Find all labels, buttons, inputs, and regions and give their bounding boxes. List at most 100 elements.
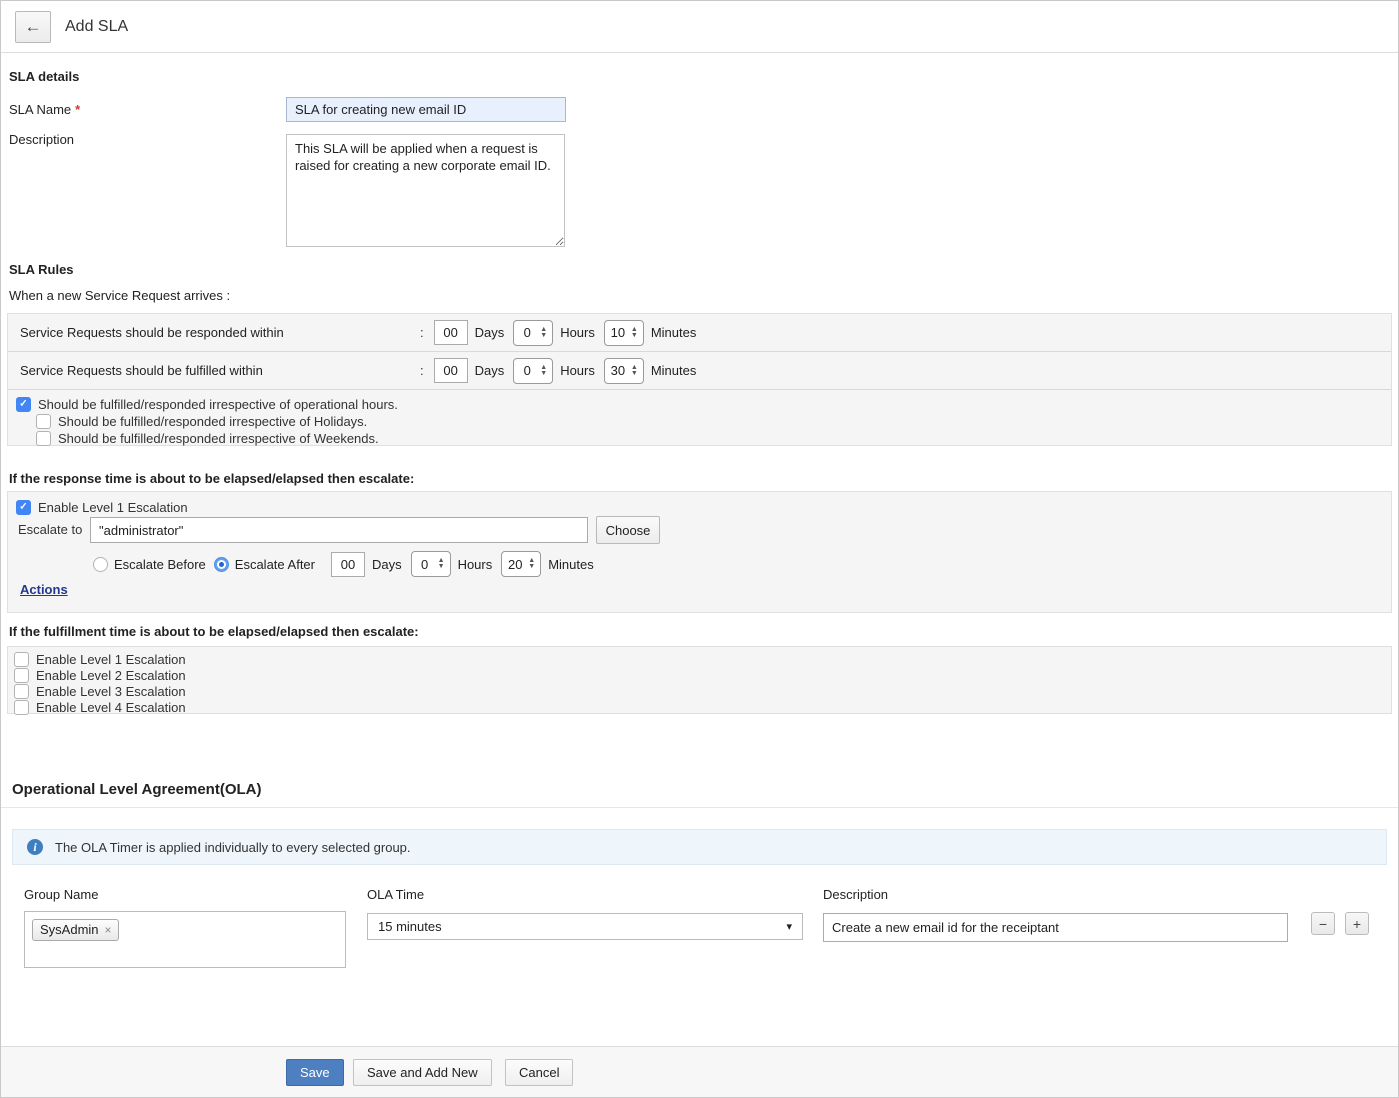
back-arrow-icon: ←	[25, 17, 42, 37]
info-icon: i	[27, 839, 43, 855]
holidays-option: Should be fulfilled/responded irrespecti…	[36, 413, 1391, 430]
respond-rule-label: Service Requests should be responded wit…	[8, 325, 420, 340]
sla-name-input[interactable]	[286, 97, 566, 122]
spinner-arrows-icon[interactable]: ▲▼	[540, 327, 547, 339]
header-bar: ← Add SLA	[1, 1, 1398, 53]
operational-hours-checkbox[interactable]: ✓	[16, 397, 31, 412]
sla-rules-box: Service Requests should be responded wit…	[7, 313, 1392, 446]
chip-remove-icon[interactable]: ×	[105, 923, 112, 937]
minutes-unit-label: Minutes	[651, 363, 697, 378]
spinner-arrows-icon[interactable]: ▲▼	[438, 558, 445, 570]
operational-hours-label: Should be fulfilled/responded irrespecti…	[38, 397, 398, 412]
response-escalation-heading: If the response time is about to be elap…	[9, 471, 414, 486]
page-title: Add SLA	[65, 1, 128, 53]
footer-bar: Save Save and Add New Cancel	[1, 1046, 1398, 1098]
ola-description-input[interactable]	[823, 913, 1288, 942]
fulfill-level2-checkbox[interactable]	[14, 668, 29, 683]
escalation-minutes-spinner[interactable]: 20 ▲▼	[501, 551, 541, 577]
escalate-to-label: Escalate to	[18, 522, 82, 537]
fulfill-level3-option: Enable Level 3 Escalation	[14, 683, 1391, 699]
hours-unit-label: Hours	[458, 557, 493, 572]
fulfill-level2-label: Enable Level 2 Escalation	[36, 668, 186, 683]
fulfill-minutes-spinner[interactable]: 30 ▲▼	[604, 358, 644, 384]
spinner-arrows-icon[interactable]: ▲▼	[540, 365, 547, 377]
weekends-option: Should be fulfilled/responded irrespecti…	[36, 430, 1391, 447]
add-ola-row-button[interactable]: +	[1345, 912, 1369, 935]
fulfillment-escalation-heading: If the fulfillment time is about to be e…	[9, 624, 419, 639]
respond-minutes-spinner[interactable]: 10 ▲▼	[604, 320, 644, 346]
respond-hours-spinner[interactable]: 0 ▲▼	[513, 320, 553, 346]
description-textarea[interactable]: This SLA will be applied when a request …	[286, 134, 565, 247]
sla-rules-intro: When a new Service Request arrives :	[9, 288, 230, 303]
days-unit-label: Days	[372, 557, 402, 572]
sla-name-label: SLA Name*	[9, 102, 80, 117]
escalate-before-radio[interactable]	[93, 557, 108, 572]
required-asterisk: *	[75, 102, 80, 117]
respond-rule-row: Service Requests should be responded wit…	[8, 314, 1391, 352]
enable-level1-response-label: Enable Level 1 Escalation	[38, 500, 188, 515]
ola-time-value: 15 minutes	[378, 919, 442, 934]
fulfill-level1-checkbox[interactable]	[14, 652, 29, 667]
weekends-checkbox[interactable]	[36, 431, 51, 446]
respond-days-input[interactable]	[434, 320, 468, 345]
sla-rules-heading: SLA Rules	[9, 262, 74, 277]
enable-level1-response-option: ✓ Enable Level 1 Escalation	[16, 500, 188, 515]
weekends-label: Should be fulfilled/responded irrespecti…	[58, 431, 379, 446]
save-button[interactable]: Save	[286, 1059, 344, 1086]
caret-down-icon: ▾	[786, 920, 792, 933]
actions-link[interactable]: Actions	[20, 582, 68, 597]
fulfillment-escalation-box: Enable Level 1 Escalation Enable Level 2…	[7, 646, 1392, 714]
fulfill-level1-label: Enable Level 1 Escalation	[36, 652, 186, 667]
escalation-days-input[interactable]	[331, 552, 365, 577]
fulfill-level3-label: Enable Level 3 Escalation	[36, 684, 186, 699]
fulfill-rule-row: Service Requests should be fulfilled wit…	[8, 352, 1391, 390]
ola-time-label: OLA Time	[367, 887, 424, 902]
fulfill-level4-label: Enable Level 4 Escalation	[36, 700, 186, 715]
group-name-label: Group Name	[24, 887, 98, 902]
group-chip-label: SysAdmin	[40, 922, 99, 937]
description-label: Description	[9, 132, 74, 147]
fulfill-level3-checkbox[interactable]	[14, 684, 29, 699]
hours-unit-label: Hours	[560, 363, 595, 378]
spinner-arrows-icon[interactable]: ▲▼	[528, 558, 535, 570]
add-sla-page: ← Add SLA SLA details SLA Name* Descript…	[0, 0, 1399, 1098]
enable-level1-response-checkbox[interactable]: ✓	[16, 500, 31, 515]
choose-button[interactable]: Choose	[596, 516, 660, 544]
fulfill-level2-option: Enable Level 2 Escalation	[14, 667, 1391, 683]
sla-details-heading: SLA details	[9, 69, 79, 84]
ola-time-select[interactable]: 15 minutes ▾	[367, 913, 803, 940]
escalate-before-label: Escalate Before	[114, 557, 206, 572]
group-chip: SysAdmin ×	[32, 919, 119, 941]
response-escalation-box: ✓ Enable Level 1 Escalation Escalate to …	[7, 491, 1392, 613]
spinner-arrows-icon[interactable]: ▲▼	[631, 327, 638, 339]
escalate-after-radio[interactable]	[214, 557, 229, 572]
fulfill-days-input[interactable]	[434, 358, 468, 383]
days-unit-label: Days	[475, 363, 505, 378]
ola-divider	[1, 807, 1398, 808]
holidays-checkbox[interactable]	[36, 414, 51, 429]
ola-heading: Operational Level Agreement(OLA)	[12, 781, 262, 798]
fulfill-level4-checkbox[interactable]	[14, 700, 29, 715]
ola-info-bar: i The OLA Timer is applied individually …	[12, 829, 1387, 865]
escalate-to-input[interactable]	[90, 517, 588, 543]
escalation-hours-spinner[interactable]: 0 ▲▼	[411, 551, 451, 577]
save-and-add-new-button[interactable]: Save and Add New	[353, 1059, 492, 1086]
cancel-button[interactable]: Cancel	[505, 1059, 573, 1086]
spinner-arrows-icon[interactable]: ▲▼	[631, 365, 638, 377]
fulfill-hours-spinner[interactable]: 0 ▲▼	[513, 358, 553, 384]
minutes-unit-label: Minutes	[651, 325, 697, 340]
minutes-unit-label: Minutes	[548, 557, 594, 572]
fulfill-level4-option: Enable Level 4 Escalation	[14, 699, 1391, 715]
holidays-label: Should be fulfilled/responded irrespecti…	[58, 414, 367, 429]
back-button[interactable]: ←	[15, 11, 51, 43]
group-name-multiselect[interactable]: SysAdmin ×	[24, 911, 346, 968]
fulfill-level1-option: Enable Level 1 Escalation	[14, 651, 1391, 667]
operational-hours-option: ✓ Should be fulfilled/responded irrespec…	[16, 396, 1391, 413]
remove-ola-row-button[interactable]: −	[1311, 912, 1335, 935]
escalate-after-label: Escalate After	[235, 557, 315, 572]
ola-info-text: The OLA Timer is applied individually to…	[55, 840, 411, 855]
days-unit-label: Days	[475, 325, 505, 340]
fulfill-rule-label: Service Requests should be fulfilled wit…	[8, 363, 420, 378]
hours-unit-label: Hours	[560, 325, 595, 340]
ola-description-label: Description	[823, 887, 888, 902]
